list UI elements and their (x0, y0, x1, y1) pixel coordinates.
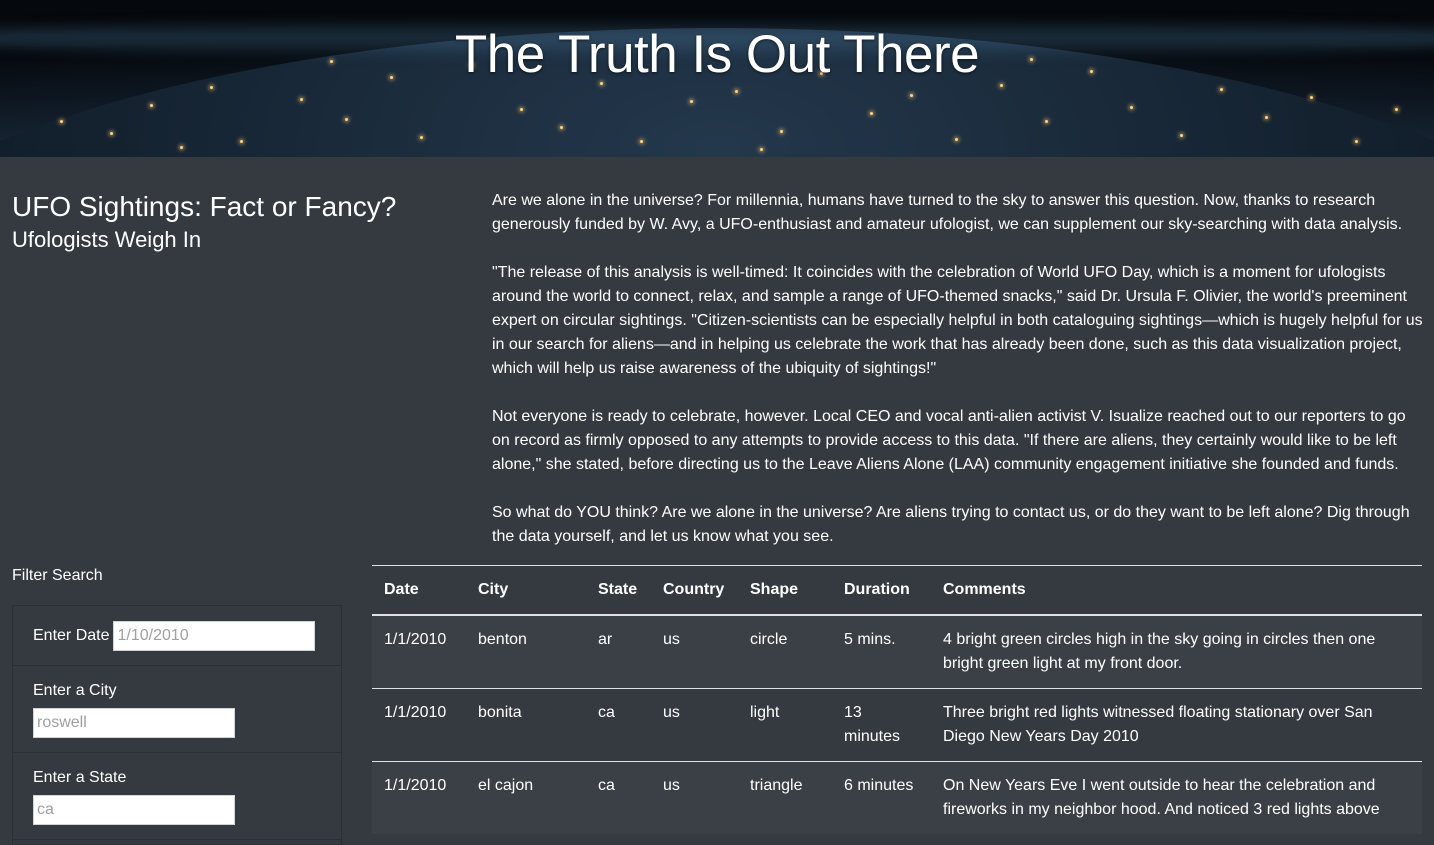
cell-comments: 4 bright green circles high in the sky g… (931, 614, 1422, 688)
article-paragraph: Are we alone in the universe? For millen… (492, 192, 1403, 233)
cell-shape: light (738, 687, 832, 761)
column-header-comments: Comments (931, 565, 1422, 616)
ufo-sightings-table: Date City State Country Shape Duration C… (372, 565, 1422, 834)
table-row: 1/1/2010 bonita ca us light 13 minutes T… (372, 687, 1422, 761)
state-filter-input[interactable] (33, 795, 235, 825)
table-row: 1/1/2010 el cajon ca us triangle 6 minut… (372, 760, 1422, 834)
date-filter-input[interactable] (113, 620, 316, 651)
intro-headings: UFO Sightings: Fact or Fancy? Ufologists… (12, 191, 452, 253)
cell-duration: 13 minutes (832, 687, 931, 761)
cell-comments: On New Years Eve I went outside to hear … (931, 760, 1422, 834)
ufo-table-container: Date City State Country Shape Duration C… (372, 565, 1422, 834)
filter-city-item: Enter a City (13, 666, 341, 753)
cell-state: ca (586, 760, 651, 834)
cell-comments: Three bright red lights witnessed floati… (931, 687, 1422, 761)
cell-country: us (651, 614, 738, 688)
cell-date: 1/1/2010 (372, 760, 466, 834)
filter-search-title: Filter Search (12, 567, 103, 584)
cell-city: benton (466, 614, 586, 688)
cell-state: ar (586, 614, 651, 688)
cell-duration: 6 minutes (832, 760, 931, 834)
page-title: The Truth Is Out There (454, 25, 980, 84)
city-filter-label: Enter a City (33, 682, 117, 699)
filter-state-item: Enter a State (13, 753, 341, 840)
filter-panel: Enter Date Enter a City Enter a State (12, 605, 342, 845)
cell-country: us (651, 760, 738, 834)
article-paragraph: "The release of this analysis is well-ti… (492, 264, 1423, 377)
city-filter-input[interactable] (33, 708, 235, 738)
article-paragraph: So what do YOU think? Are we alone in th… (492, 504, 1410, 545)
column-header-duration: Duration (832, 565, 931, 616)
column-header-shape: Shape (738, 565, 832, 616)
article-subheading: Ufologists Weigh In (12, 227, 202, 252)
filter-date-item: Enter Date (13, 606, 341, 666)
cell-shape: circle (738, 614, 832, 688)
article-heading: UFO Sightings: Fact or Fancy? (12, 191, 397, 222)
column-header-country: Country (651, 565, 738, 616)
article-body: Are we alone in the universe? For millen… (492, 189, 1427, 573)
hero-banner: The Truth Is Out There (0, 0, 1434, 157)
date-filter-label: Enter Date (33, 626, 110, 644)
table-header-row: Date City State Country Shape Duration C… (372, 565, 1422, 616)
column-header-date: Date (372, 565, 466, 616)
cell-country: us (651, 687, 738, 761)
cell-date: 1/1/2010 (372, 687, 466, 761)
cell-duration: 5 mins. (832, 614, 931, 688)
cell-date: 1/1/2010 (372, 614, 466, 688)
cell-shape: triangle (738, 760, 832, 834)
table-row: 1/1/2010 benton ar us circle 5 mins. 4 b… (372, 614, 1422, 688)
article-paragraph: Not everyone is ready to celebrate, howe… (492, 408, 1406, 473)
cell-city: bonita (466, 687, 586, 761)
column-header-city: City (466, 565, 586, 616)
cell-state: ca (586, 687, 651, 761)
column-header-state: State (586, 565, 651, 616)
cell-city: el cajon (466, 760, 586, 834)
state-filter-label: Enter a State (33, 769, 127, 786)
